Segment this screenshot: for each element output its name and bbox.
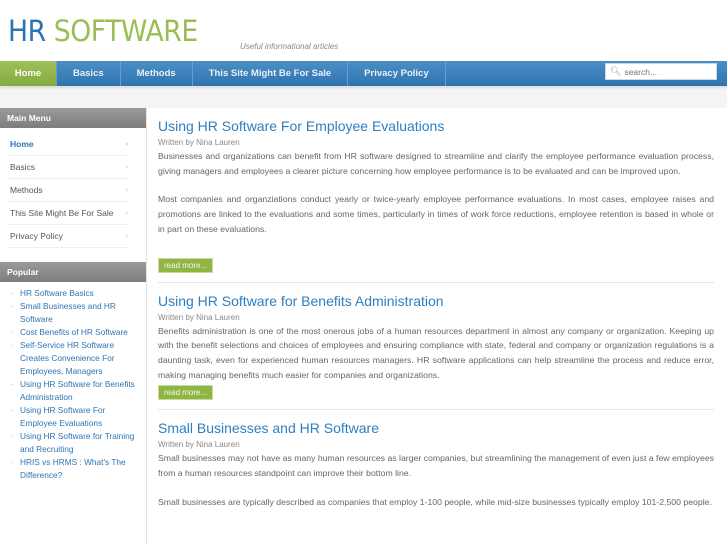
main-nav: Home Basics Methods This Site Might Be F… [0, 61, 727, 86]
sidebar-item-methods[interactable]: Methods › [7, 179, 128, 202]
popular-link[interactable]: Using HR Software for Benefits Administr… [10, 378, 140, 404]
post-title[interactable]: Using HR Software for Benefits Administr… [158, 293, 714, 310]
nav-home[interactable]: Home [0, 61, 57, 86]
post: Small Businesses and HR Software Written… [158, 420, 714, 518]
popular-link[interactable]: Using HR Software for Training and Recru… [10, 430, 140, 456]
nav-methods[interactable]: Methods [121, 61, 193, 86]
post-title[interactable]: Small Businesses and HR Software [158, 420, 714, 437]
nav-privacy-policy[interactable]: Privacy Policy [348, 61, 446, 86]
post-title[interactable]: Using HR Software For Employee Evaluatio… [158, 118, 714, 135]
main-content: Using HR Software For Employee Evaluatio… [146, 108, 727, 545]
sidebar-item-basics[interactable]: Basics › [7, 156, 128, 179]
post-paragraph: Benefits administration is one of the mo… [158, 325, 714, 380]
chevron-right-icon: › [125, 187, 128, 194]
popular-link[interactable]: HR Software Basics [10, 287, 140, 300]
post-author: Written by Nina Lauren [158, 312, 240, 322]
search-box: 🔍︎ [605, 63, 717, 80]
popular-heading: Popular [0, 262, 146, 282]
post-paragraph: Most companies and organziations conduct… [158, 194, 714, 234]
search-input[interactable] [624, 66, 715, 77]
sidebar-item-privacy-policy[interactable]: Privacy Policy › [7, 225, 128, 248]
post-author: Written by Nina Lauren [158, 440, 240, 450]
post-author: Written by Nina Lauren [158, 138, 240, 147]
popular-link[interactable]: Small Businesses and HR Software [10, 300, 140, 326]
nav-for-sale[interactable]: This Site Might Be For Sale [193, 61, 349, 86]
post: Using HR Software for Benefits Administr… [158, 293, 714, 411]
nav-basics[interactable]: Basics [57, 61, 121, 86]
popular-link[interactable]: Using HR Software For Employee Evaluatio… [10, 404, 140, 430]
popular-link[interactable]: HRIS vs HRMS : What's The Difference? [10, 456, 140, 482]
header: HR SOFTWARE Useful informational article… [0, 0, 727, 61]
search-icon: 🔍︎ [610, 66, 622, 76]
main-menu: Home › Basics › Methods › This Site Might B… [0, 128, 146, 262]
site-tagline: Useful informational articles [240, 42, 339, 51]
sidebar-item-label: This Site Might Be For Sale [10, 208, 114, 218]
chevron-right-icon: › [125, 233, 128, 240]
sidebar-item-label: Methods [10, 185, 43, 195]
sidebar-item-label: Home [10, 139, 34, 149]
sidebar-item-for-sale[interactable]: This Site Might Be For Sale › [7, 202, 128, 225]
chevron-right-icon: › [125, 164, 128, 171]
main-menu-heading: Main Menu [0, 108, 146, 128]
sidebar-item-label: Basics [10, 162, 36, 172]
popular-list: HR Software Basics Small Businesses and … [0, 282, 146, 482]
read-more-button[interactable]: read more... [158, 257, 214, 273]
post-paragraph: Small businesses may not have as many hu… [158, 453, 714, 479]
sidebar: Main Menu Home › Basics › Methods › This Si… [0, 108, 146, 545]
sidebar-item-label: Privacy Policy [10, 231, 63, 241]
popular-link[interactable]: Cost Benefits of HR Software [10, 326, 140, 339]
post: Using HR Software For Employee Evaluatio… [158, 118, 714, 283]
post-paragraph: Small businesses are typically described… [158, 496, 712, 507]
read-more-button[interactable]: read more... [158, 385, 214, 401]
site-logo[interactable]: HR SOFTWARE [8, 14, 198, 48]
post-paragraph: Businesses and organizations can benefit… [158, 151, 714, 176]
popular-link[interactable]: Self-Service HR Software Creates Conveni… [10, 339, 140, 378]
sidebar-item-home[interactable]: Home › [7, 133, 128, 156]
chevron-right-icon: › [125, 210, 128, 217]
chevron-right-icon: › [125, 141, 128, 148]
